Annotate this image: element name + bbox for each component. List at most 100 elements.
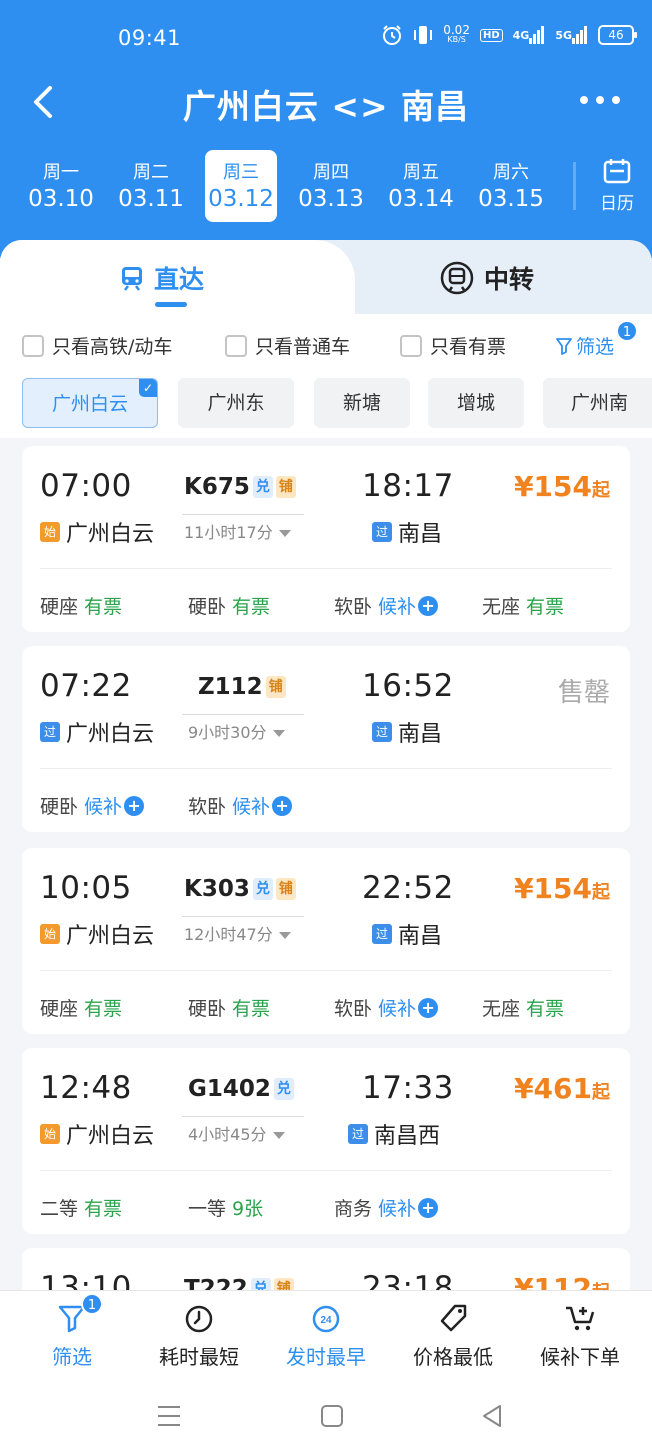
origin-station: 始广州白云	[40, 1118, 154, 1150]
station-chip[interactable]: 增城	[428, 378, 524, 428]
station-chips: 广州白云 ✓ 广州东 新塘 增城 广州南	[0, 376, 652, 438]
plus-icon: +	[124, 795, 145, 816]
seat-class-waitlist[interactable]: 软卧 候补 +	[188, 792, 293, 819]
transfer-train-icon	[440, 261, 474, 295]
train-number: Z112 铺	[198, 674, 286, 700]
checkbox-youpiao[interactable]: 只看有票	[400, 332, 506, 359]
calendar-button[interactable]: 日历	[595, 158, 639, 214]
system-navigation	[0, 1378, 652, 1455]
duration-toggle[interactable]: 4小时45分	[182, 1116, 304, 1145]
alarm-icon	[381, 24, 403, 46]
funnel-icon	[556, 337, 572, 355]
train-card[interactable]: 07:22 Z112 铺 16:52 售罄 9小时30分 过广州白云 过南昌 硬卧…	[22, 646, 630, 832]
station-chip[interactable]: 广州南	[543, 378, 652, 428]
tab-direct[interactable]: 直达	[120, 260, 204, 296]
hd-icon: HD	[479, 28, 503, 42]
plus-icon: +	[418, 1197, 439, 1218]
tab-indicator	[155, 302, 187, 307]
date-item[interactable]: 周五 03.14	[385, 150, 457, 222]
seat-class-waitlist[interactable]: 商务 候补 +	[334, 1194, 439, 1221]
seat-class-waitlist[interactable]: 软卧 候补 +	[334, 994, 439, 1021]
train-number: K303 兑铺	[184, 876, 296, 902]
departure-time: 07:00	[40, 468, 132, 504]
signal-5g-icon: 5G	[555, 26, 588, 44]
arrival-time: 17:33	[362, 1070, 454, 1106]
seat-class: 一等 9张	[188, 1198, 264, 1220]
cart-plus-icon	[566, 1306, 595, 1331]
departure-time: 10:05	[40, 870, 132, 906]
station-chip[interactable]: 广州东	[178, 378, 294, 428]
bottom-toolbar: 1 筛选 耗时最短 24 发时最早 价格最低 候补下单	[0, 1290, 652, 1378]
seat-class: 硬座 有票	[40, 596, 123, 618]
departure-time: 07:22	[40, 668, 132, 704]
departure-time: 12:48	[40, 1070, 132, 1106]
route-tabs: 直达 中转	[0, 240, 652, 314]
arrival-time: 22:52	[362, 870, 454, 906]
bottom-screen-button[interactable]: 1 筛选	[17, 1293, 127, 1370]
origin-station: 始广州白云	[40, 918, 154, 950]
sort-shortest-button[interactable]: 耗时最短	[144, 1301, 254, 1370]
seat-class: 二等 有票	[40, 1198, 123, 1220]
date-item[interactable]: 周四 03.13	[295, 150, 367, 222]
timer-icon	[185, 1305, 213, 1333]
status-time: 09:41	[118, 26, 182, 50]
home-icon[interactable]	[320, 1404, 344, 1432]
duration-toggle[interactable]: 9小时30分	[182, 714, 304, 743]
checkbox-putong[interactable]: 只看普通车	[225, 332, 350, 359]
date-selector: 周一 03.10 周二 03.11 周三 03.12 周四 03.13 周五 03.14 …	[15, 150, 637, 222]
seat-class: 无座 有票	[482, 596, 565, 618]
waitlist-order-button[interactable]: 候补下单	[525, 1301, 635, 1370]
duration-toggle[interactable]: 11小时17分	[182, 514, 304, 543]
price: ¥461起	[514, 1072, 610, 1105]
seat-class-waitlist[interactable]: 硬卧 候补 +	[40, 792, 145, 819]
filter-count-badge: 1	[616, 320, 638, 342]
tab-transfer[interactable]: 中转	[440, 260, 534, 296]
svg-text:24: 24	[320, 1315, 332, 1326]
plus-icon: +	[418, 595, 439, 616]
seat-class: 硬座 有票	[40, 998, 123, 1020]
destination-station: 过南昌	[372, 516, 442, 548]
station-chip-selected[interactable]: 广州白云 ✓	[22, 378, 158, 428]
filter-bar: 只看高铁/动车 只看普通车 只看有票 筛选 1	[0, 314, 652, 376]
back-nav-icon[interactable]	[480, 1404, 504, 1432]
arrival-time: 18:17	[362, 468, 454, 504]
date-divider	[573, 162, 576, 210]
train-number: G1402 兑	[188, 1076, 294, 1102]
seat-class: 硬卧 有票	[188, 596, 271, 618]
soldout-label: 售罄	[557, 678, 610, 708]
train-card[interactable]: 07:00 K675 兑铺 18:17 ¥154起 11小时17分 始广州白云 过…	[22, 446, 630, 632]
vibrate-icon	[413, 24, 433, 46]
signal-4g-icon: 4G	[513, 26, 546, 44]
more-menu-icon[interactable]	[580, 96, 620, 106]
date-item[interactable]: 周一 03.10	[25, 150, 97, 222]
sort-earliest-button[interactable]: 24 发时最早	[271, 1301, 381, 1370]
destination-station: 过南昌	[372, 716, 442, 748]
train-card[interactable]: 10:05 K303 兑铺 22:52 ¥154起 12小时47分 始广州白云 过…	[22, 848, 630, 1034]
destination-station: 过南昌西	[348, 1118, 440, 1150]
duration-toggle[interactable]: 12小时47分	[182, 916, 304, 945]
battery-icon: 46	[598, 25, 637, 45]
sort-cheapest-button[interactable]: 价格最低	[398, 1301, 508, 1370]
price: ¥154起	[514, 872, 610, 905]
calendar-icon	[603, 159, 631, 184]
arrival-time: 16:52	[362, 668, 454, 704]
date-item[interactable]: 周六 03.15	[475, 150, 547, 222]
seat-class: 硬卧 有票	[188, 998, 271, 1020]
origin-station: 过广州白云	[40, 716, 154, 748]
train-card[interactable]: 12:48 G1402 兑 17:33 ¥461起 4小时45分 始广州白云 过南…	[22, 1048, 630, 1234]
page-title: 广州白云 <> 南昌	[182, 87, 470, 126]
seat-class-waitlist[interactable]: 软卧 候补 +	[334, 592, 439, 619]
plus-icon: +	[272, 795, 293, 816]
net-speed: 0.02 KB/S	[443, 23, 470, 44]
station-chip[interactable]: 新塘	[314, 378, 410, 428]
status-bar: 09:41 0.02 KB/S HD 4G 5G 46	[0, 22, 652, 54]
checkbox-gaotie[interactable]: 只看高铁/动车	[22, 332, 172, 359]
menu-icon[interactable]	[156, 1404, 182, 1432]
train-icon	[122, 267, 142, 291]
date-item-selected[interactable]: 周三 03.12	[205, 150, 277, 222]
origin-station: 始广州白云	[40, 516, 154, 548]
price-tag-icon	[440, 1304, 467, 1332]
date-item[interactable]: 周二 03.11	[115, 150, 187, 222]
screen-filter-button[interactable]: 筛选	[556, 332, 614, 359]
destination-station: 过南昌	[372, 918, 442, 950]
